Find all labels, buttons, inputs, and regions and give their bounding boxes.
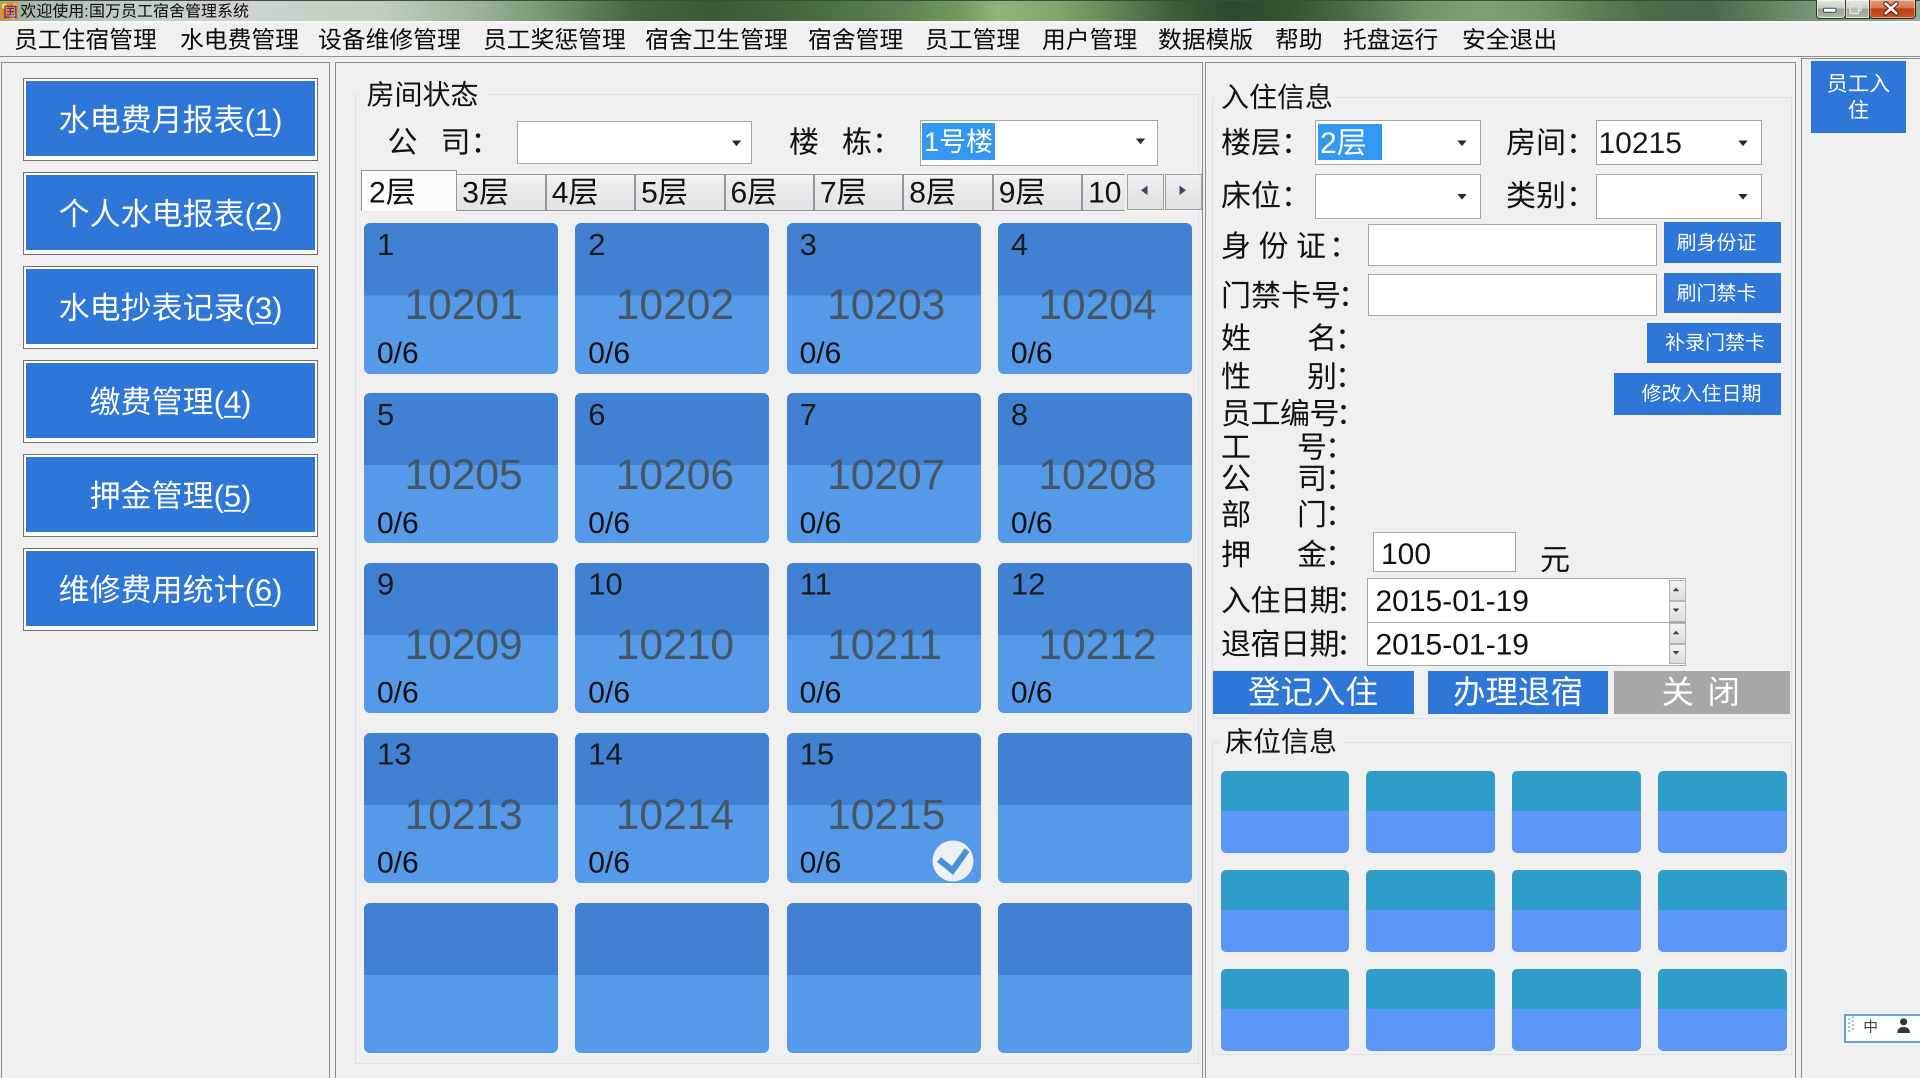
svg-text:10203: 10203 [827,282,945,329]
svg-text:0/6: 0/6 [377,337,419,370]
svg-text:6: 6 [588,397,605,432]
svg-text:10201: 10201 [405,282,523,329]
svg-text:0/6: 0/6 [1011,677,1053,710]
svg-text:0/6: 0/6 [377,847,419,880]
svg-text:100: 100 [1381,538,1431,571]
svg-text:0/6: 0/6 [588,847,630,880]
svg-text:(1): (1) [245,103,283,138]
svg-text:10: 10 [1088,177,1121,210]
svg-text:12: 12 [1011,567,1045,602]
svg-text:2: 2 [1320,127,1337,160]
svg-text::: : [84,4,88,21]
svg-text:10202: 10202 [616,282,734,329]
svg-text:2: 2 [588,227,605,262]
svg-text:7: 7 [820,177,837,210]
svg-text:10212: 10212 [1038,622,1156,669]
svg-text:9: 9 [999,177,1016,210]
svg-text:(4): (4) [214,385,252,420]
svg-text:5: 5 [641,177,658,210]
svg-text:15: 15 [800,737,834,772]
svg-text:8: 8 [1011,397,1028,432]
svg-text:9: 9 [377,567,394,602]
svg-text:1: 1 [377,227,394,262]
svg-text:0/6: 0/6 [800,337,842,370]
svg-text:5: 5 [377,397,394,432]
svg-text:(2): (2) [245,197,283,232]
svg-text:3: 3 [462,177,479,210]
svg-text:0/6: 0/6 [377,507,419,540]
svg-text:0/6: 0/6 [377,677,419,710]
svg-text:(5): (5) [214,479,252,514]
svg-text:0/6: 0/6 [800,847,842,880]
svg-text:4: 4 [1011,227,1028,262]
svg-text:(6): (6) [245,573,283,608]
svg-text:(3): (3) [245,291,283,326]
svg-text:10208: 10208 [1038,452,1156,499]
svg-text:0/6: 0/6 [800,677,842,710]
svg-text:10: 10 [588,567,622,602]
svg-text:6: 6 [731,177,748,210]
svg-text:10210: 10210 [616,622,734,669]
svg-text:10209: 10209 [405,622,523,669]
svg-text:1: 1 [924,127,939,157]
svg-text:7: 7 [800,397,817,432]
svg-text:0/6: 0/6 [1011,507,1053,540]
svg-text:0/6: 0/6 [588,507,630,540]
svg-text:0/6: 0/6 [588,677,630,710]
svg-text:10205: 10205 [405,452,523,499]
svg-text:11: 11 [800,567,832,602]
svg-text:10204: 10204 [1038,282,1156,329]
svg-text:10211: 10211 [827,622,942,669]
svg-text:10213: 10213 [405,792,523,839]
svg-text:2: 2 [369,177,386,210]
svg-text:13: 13 [377,737,411,772]
svg-text:10214: 10214 [616,792,734,839]
svg-text:10215: 10215 [1599,127,1682,160]
svg-text:0/6: 0/6 [800,507,842,540]
svg-text:10206: 10206 [616,452,734,499]
svg-text:4: 4 [552,177,569,210]
svg-text:0/6: 0/6 [1011,337,1053,370]
svg-text:3: 3 [800,227,817,262]
svg-text:2015-01-19: 2015-01-19 [1376,585,1529,618]
svg-text:2015-01-19: 2015-01-19 [1376,629,1529,662]
svg-text:10207: 10207 [827,452,945,499]
svg-text:10215: 10215 [827,792,945,839]
svg-text:14: 14 [588,737,622,772]
svg-text:8: 8 [909,177,926,210]
svg-text:0/6: 0/6 [588,337,630,370]
